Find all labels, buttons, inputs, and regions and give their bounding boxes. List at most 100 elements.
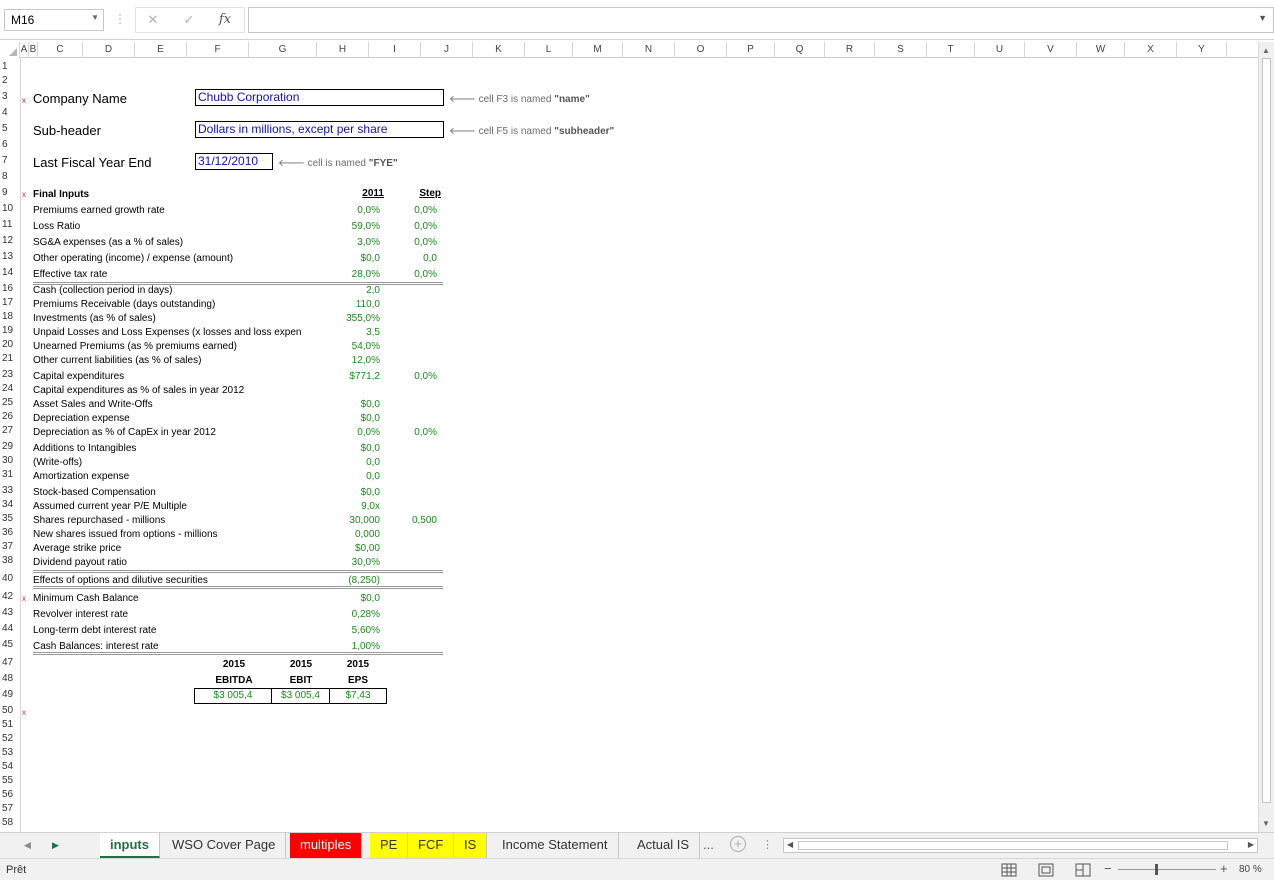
input-step-cell[interactable]: 0,0%	[387, 220, 437, 234]
enter-icon[interactable]: ✓	[174, 9, 204, 31]
row-header[interactable]: 23	[0, 368, 20, 382]
input-value-cell[interactable]: 30,000	[300, 514, 380, 528]
row-header[interactable]: 57	[0, 802, 20, 816]
column-header[interactable]: W	[1077, 42, 1125, 58]
row-header[interactable]: 20	[0, 338, 20, 352]
row-header[interactable]: 45	[0, 638, 20, 652]
add-sheet-icon[interactable]: +	[730, 836, 746, 852]
row-header[interactable]: 8	[0, 170, 20, 184]
row-header[interactable]: 51	[0, 718, 20, 732]
sheet-tab[interactable]: Actual IS	[627, 833, 701, 858]
column-header[interactable]: L	[525, 42, 573, 58]
row-header[interactable]: 14	[0, 266, 20, 280]
eps-value-cell[interactable]: $7,43	[329, 688, 387, 704]
row-header[interactable]: 44	[0, 622, 20, 636]
input-value-cell[interactable]: 54,0%	[300, 340, 380, 354]
formula-input[interactable]: ▼	[248, 7, 1274, 33]
input-value-cell[interactable]: 2,0	[300, 284, 380, 298]
input-step-cell[interactable]: 0,500	[387, 514, 437, 528]
input-value-cell[interactable]: 0,0	[300, 470, 380, 484]
row-header[interactable]: 55	[0, 774, 20, 788]
next-sheet-icon[interactable]: ▶	[52, 840, 59, 851]
row-header[interactable]: 42	[0, 590, 20, 604]
input-step-cell[interactable]: 0,0%	[387, 268, 437, 282]
row-header[interactable]: 53	[0, 746, 20, 760]
column-header[interactable]: Q	[775, 42, 825, 58]
row-header[interactable]: 29	[0, 440, 20, 454]
spreadsheet-grid[interactable]: ABCDEFGHIJKLMNOPQRSTUVWXY 1 2 3 4 5 6 7 8 9 10 11 1…	[0, 42, 1274, 834]
column-header[interactable]: T	[927, 42, 975, 58]
row-header[interactable]: 5	[0, 122, 20, 136]
input-step-cell[interactable]: 0,0	[387, 252, 437, 266]
input-value-cell[interactable]: 9,0x	[300, 500, 380, 514]
row-header[interactable]: 31	[0, 468, 20, 482]
company-name-cell[interactable]: Chubb Corporation	[195, 89, 444, 106]
subheader-cell[interactable]: Dollars in millions, except per share	[195, 121, 444, 138]
input-step-cell[interactable]: 0,0%	[387, 236, 437, 250]
row-header[interactable]: 26	[0, 410, 20, 424]
column-header[interactable]: J	[421, 42, 473, 58]
zoom-in-icon[interactable]: +	[1220, 861, 1228, 876]
input-value-cell[interactable]: 0,28%	[300, 608, 380, 622]
input-value-cell[interactable]: $0,00	[300, 542, 380, 556]
sheet-tab[interactable]: multiples	[290, 833, 363, 858]
row-header[interactable]: 35	[0, 512, 20, 526]
row-header[interactable]: 47	[0, 656, 20, 670]
more-sheets-button[interactable]: ...	[703, 837, 714, 852]
input-value-cell[interactable]: 0,0	[300, 456, 380, 470]
row-header[interactable]: 56	[0, 788, 20, 802]
input-value-cell[interactable]: 0,000	[300, 528, 380, 542]
row-header[interactable]: 27	[0, 424, 20, 438]
input-step-cell[interactable]: 0,0%	[387, 426, 437, 440]
scroll-up-icon[interactable]: ▲	[1262, 46, 1270, 55]
row-header[interactable]: 2	[0, 74, 20, 88]
zoom-slider[interactable]	[1118, 869, 1216, 870]
ebitda-value-cell[interactable]: $3 005,4	[194, 688, 272, 704]
fye-cell[interactable]: 31/12/2010	[195, 153, 273, 170]
row-header[interactable]: 37	[0, 540, 20, 554]
input-value-cell[interactable]: 3,0%	[300, 236, 380, 250]
row-header[interactable]: 17	[0, 296, 20, 310]
zoom-level[interactable]: 80 %	[1239, 864, 1262, 875]
input-value-cell[interactable]: $0,0	[300, 486, 380, 500]
row-header[interactable]: 24	[0, 382, 20, 396]
row-header[interactable]: 16	[0, 282, 20, 296]
row-header[interactable]: 21	[0, 352, 20, 366]
column-header[interactable]: P	[727, 42, 775, 58]
input-value-cell[interactable]: $771,2	[300, 370, 380, 384]
page-break-preview-icon[interactable]	[1072, 862, 1094, 878]
sheet-tab[interactable]: PE	[370, 833, 409, 858]
vertical-scroll-thumb[interactable]	[1262, 58, 1271, 803]
column-header[interactable]: V	[1025, 42, 1077, 58]
input-step-cell[interactable]: 0,0%	[387, 204, 437, 218]
input-value-cell[interactable]: 110,0	[300, 298, 380, 312]
row-header[interactable]: 12	[0, 234, 20, 248]
column-header[interactable]: Y	[1177, 42, 1227, 58]
insert-function-icon[interactable]: fx	[210, 9, 240, 31]
column-header[interactable]: X	[1125, 42, 1177, 58]
row-header[interactable]: 18	[0, 310, 20, 324]
scroll-down-icon[interactable]: ▼	[1262, 819, 1270, 828]
page-layout-icon[interactable]	[1035, 862, 1057, 878]
input-value-cell[interactable]: $0,0	[300, 442, 380, 456]
row-header[interactable]: 7	[0, 154, 20, 168]
normal-view-icon[interactable]	[998, 862, 1020, 878]
ebit-value-cell[interactable]: $3 005,4	[271, 688, 330, 704]
row-header[interactable]: 10	[0, 202, 20, 216]
horizontal-scroll-thumb[interactable]	[798, 841, 1228, 850]
row-header[interactable]: 49	[0, 688, 20, 702]
column-header[interactable]: O	[675, 42, 727, 58]
input-value-cell[interactable]: $0,0	[300, 398, 380, 412]
input-value-cell[interactable]: 28,0%	[300, 268, 380, 282]
scroll-left-icon[interactable]: ◀	[787, 840, 793, 849]
row-header[interactable]: 25	[0, 396, 20, 410]
zoom-slider-thumb[interactable]	[1155, 864, 1158, 875]
sheet-tab[interactable]: inputs	[100, 833, 160, 858]
row-header[interactable]: 52	[0, 732, 20, 746]
expand-formula-icon[interactable]: ▼	[1258, 13, 1267, 23]
split-handle-icon[interactable]: ⋮	[762, 838, 773, 851]
column-header[interactable]: R	[825, 42, 875, 58]
row-header[interactable]: 13	[0, 250, 20, 264]
column-header[interactable]: U	[975, 42, 1025, 58]
cancel-icon[interactable]: ✕	[138, 9, 168, 31]
